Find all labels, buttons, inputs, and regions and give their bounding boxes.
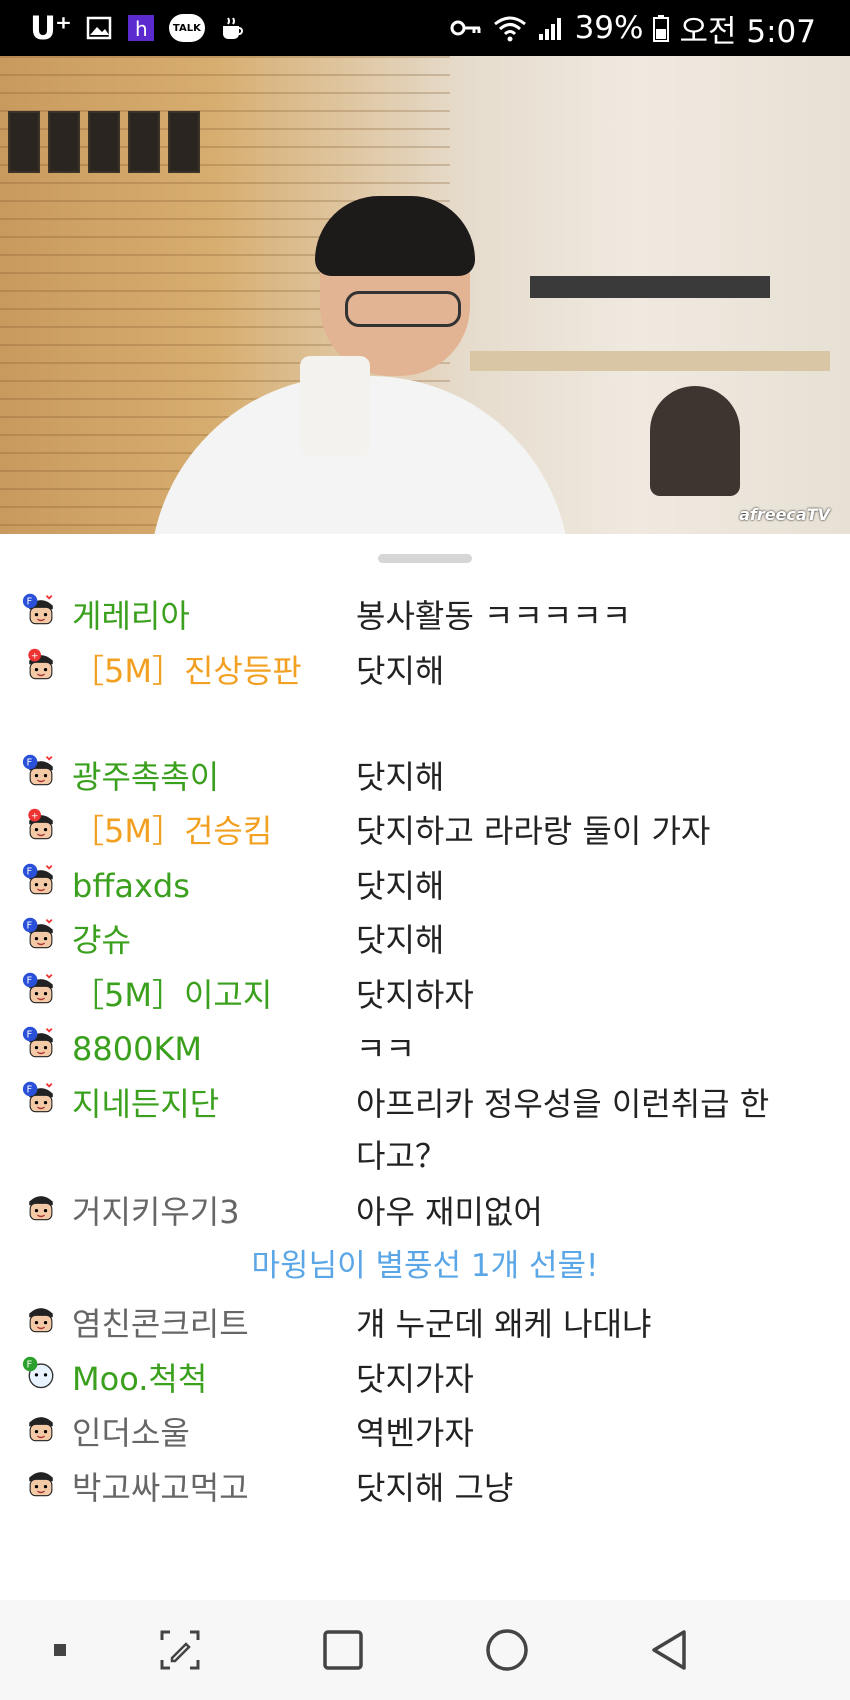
- user-avatar-icon[interactable]: F: [22, 862, 60, 900]
- wifi-icon: [493, 16, 526, 42]
- drag-handle[interactable]: [378, 554, 472, 563]
- h-app-icon: h: [127, 15, 154, 41]
- chat-message-row[interactable]: 거지키우기3 아우 재미없어: [0, 1186, 850, 1241]
- signal-icon: [538, 18, 561, 40]
- chat-nickname[interactable]: 인더소울: [72, 1407, 302, 1459]
- svg-text:F: F: [27, 975, 33, 986]
- user-avatar-icon[interactable]: +: [22, 647, 60, 685]
- user-avatar-icon[interactable]: F: [22, 753, 60, 791]
- chat-nickname[interactable]: 박고싸고먹고: [72, 1462, 302, 1514]
- chat-message-row[interactable]: F 지네든지단 아프리카 정우성을 이런취급 한다고？: [0, 1078, 850, 1186]
- svg-text:F: F: [27, 1359, 33, 1370]
- chat-nickname[interactable]: bffaxds: [72, 860, 302, 912]
- user-avatar-icon[interactable]: [22, 1464, 60, 1502]
- chat-message-text: 걔 누군데 왜케 나대냐: [356, 1305, 652, 1343]
- home-circle-icon[interactable]: [477, 1620, 537, 1680]
- user-avatar-icon[interactable]: F: [22, 592, 60, 630]
- kakaotalk-icon: TALK: [168, 14, 205, 42]
- chat-message-text: 닷지해: [356, 921, 445, 959]
- video-player[interactable]: afreecaTV: [0, 56, 850, 534]
- cup: [300, 356, 370, 456]
- chat-nickname[interactable]: ［5M］건승킴: [72, 805, 302, 857]
- svg-text:F: F: [27, 1030, 33, 1041]
- recents-square-icon[interactable]: [313, 1620, 373, 1680]
- svg-text:F: F: [27, 1084, 33, 1095]
- user-avatar-icon[interactable]: +: [22, 807, 60, 845]
- svg-text:h: h: [135, 17, 148, 41]
- clock: 오전 5:07: [679, 13, 816, 50]
- chat-nickname[interactable]: 염친콘크리트: [72, 1298, 302, 1350]
- user-avatar-icon[interactable]: F: [22, 916, 60, 954]
- chat-nickname[interactable]: 광주촉촉이: [72, 751, 302, 803]
- chat-message-row[interactable]: F 광주촉촉이 닷지해: [0, 751, 850, 806]
- chat-message-text: 아우 재미없어: [356, 1192, 543, 1231]
- key-icon: [450, 20, 481, 36]
- chat-message-text: 닷지하고 라라랑 둘이 가자: [356, 812, 711, 850]
- desk-shelf: [530, 276, 770, 298]
- desk: [470, 351, 830, 371]
- chat-message-row[interactable]: 박고싸고먹고 닷지해 그냥: [0, 1462, 850, 1517]
- chat-message-text: 닷지해 그냥: [356, 1468, 514, 1507]
- user-avatar-icon[interactable]: F: [22, 1355, 60, 1393]
- chat-message-text: 닷지해: [356, 757, 445, 796]
- recent-dot-icon[interactable]: [30, 1620, 90, 1680]
- svg-text:F: F: [27, 921, 33, 932]
- back-triangle-icon[interactable]: [640, 1620, 700, 1680]
- chat-message-row[interactable]: 염친콘크리트 걔 누군데 왜케 나대냐: [0, 1298, 850, 1353]
- chat-nickname[interactable]: ［5M］이고지: [72, 969, 302, 1021]
- chat-message-row[interactable]: F Moo.척척 닷지가자: [0, 1353, 850, 1408]
- user-avatar-icon[interactable]: F: [22, 971, 60, 1009]
- chat-nickname[interactable]: 8800KM: [72, 1023, 302, 1075]
- svg-text:+: +: [31, 812, 39, 822]
- streamer-glasses: [345, 291, 461, 327]
- chat-message-row[interactable]: 인더소울 역벤가자: [0, 1407, 850, 1462]
- svg-text:F: F: [27, 757, 33, 768]
- status-bar: U⁺ h TALK 39% 오전 5:07: [0, 0, 850, 56]
- chat-panel[interactable]: F 게레리아 봉사활동 ㅋㅋㅋㅋㅋ + ［5M］진상등판 닷지해 F 광주촉촉이 닷지해 + ［5M…: [0, 534, 850, 1600]
- chat-message-row[interactable]: F 걍슈 닷지해: [0, 914, 850, 969]
- chat-message-row[interactable]: + ［5M］건승킴 닷지하고 라라랑 둘이 가자: [0, 805, 850, 860]
- chat-message-text: 역벤가자: [356, 1414, 474, 1452]
- chat-message-row[interactable]: F 게레리아 봉사활동 ㅋㅋㅋㅋㅋ: [0, 590, 850, 645]
- chat-nickname[interactable]: 걍슈: [72, 914, 302, 966]
- chat-message-row[interactable]: F ［5M］이고지 닷지하자: [0, 969, 850, 1024]
- wall-frames: [8, 111, 200, 173]
- user-avatar-icon[interactable]: [22, 1188, 60, 1226]
- chat-message-row[interactable]: Fbffaxds 닷지해: [0, 860, 850, 915]
- chat-message-text: 닷지하자: [356, 975, 474, 1014]
- carrier-label: U⁺: [30, 9, 72, 47]
- battery-icon: [653, 15, 670, 42]
- chat-nickname[interactable]: Moo.척척: [72, 1353, 302, 1405]
- chat-message-text: 닷지가자: [356, 1359, 474, 1398]
- chat-nickname[interactable]: ［5M］진상등판: [72, 645, 302, 697]
- chat-message-text: 봉사활동 ㅋㅋㅋㅋㅋ: [356, 597, 632, 635]
- user-avatar-icon[interactable]: [22, 1409, 60, 1447]
- user-avatar-icon[interactable]: [22, 1300, 60, 1338]
- battery-percent: 39%: [574, 10, 644, 46]
- chat-message-text: 아프리카 정우성을 이런취급 한다고？: [356, 1084, 770, 1175]
- chat-nickname[interactable]: 게레리아: [72, 590, 302, 642]
- screenshot-edit-icon[interactable]: [150, 1620, 210, 1680]
- afreecatv-watermark: afreecaTV: [739, 505, 830, 524]
- cup-icon: [222, 17, 243, 39]
- navigation-bar: [0, 1600, 850, 1700]
- gift-notice: 마윙님이 별풍선 1개 선물!: [251, 1248, 599, 1284]
- gallery-icon: [86, 16, 112, 40]
- user-avatar-icon[interactable]: F: [22, 1025, 60, 1063]
- chat-message-row[interactable]: + ［5M］진상등판 닷지해: [0, 645, 850, 751]
- chat-nickname[interactable]: 지네든지단: [72, 1078, 302, 1130]
- chat-message-row[interactable]: F 8800KM ㅋㅋ: [0, 1023, 850, 1078]
- chat-message-text: 닷지해: [356, 866, 445, 905]
- chat-message-text: ㅋㅋ: [356, 1030, 415, 1068]
- chat-nickname[interactable]: 거지키우기3: [72, 1186, 302, 1238]
- svg-text:F: F: [27, 597, 33, 608]
- svg-text:+: +: [31, 651, 39, 661]
- chair: [650, 386, 740, 496]
- chat-message-text: 닷지해: [356, 651, 445, 690]
- svg-text:F: F: [27, 866, 33, 877]
- user-avatar-icon[interactable]: F: [22, 1080, 60, 1118]
